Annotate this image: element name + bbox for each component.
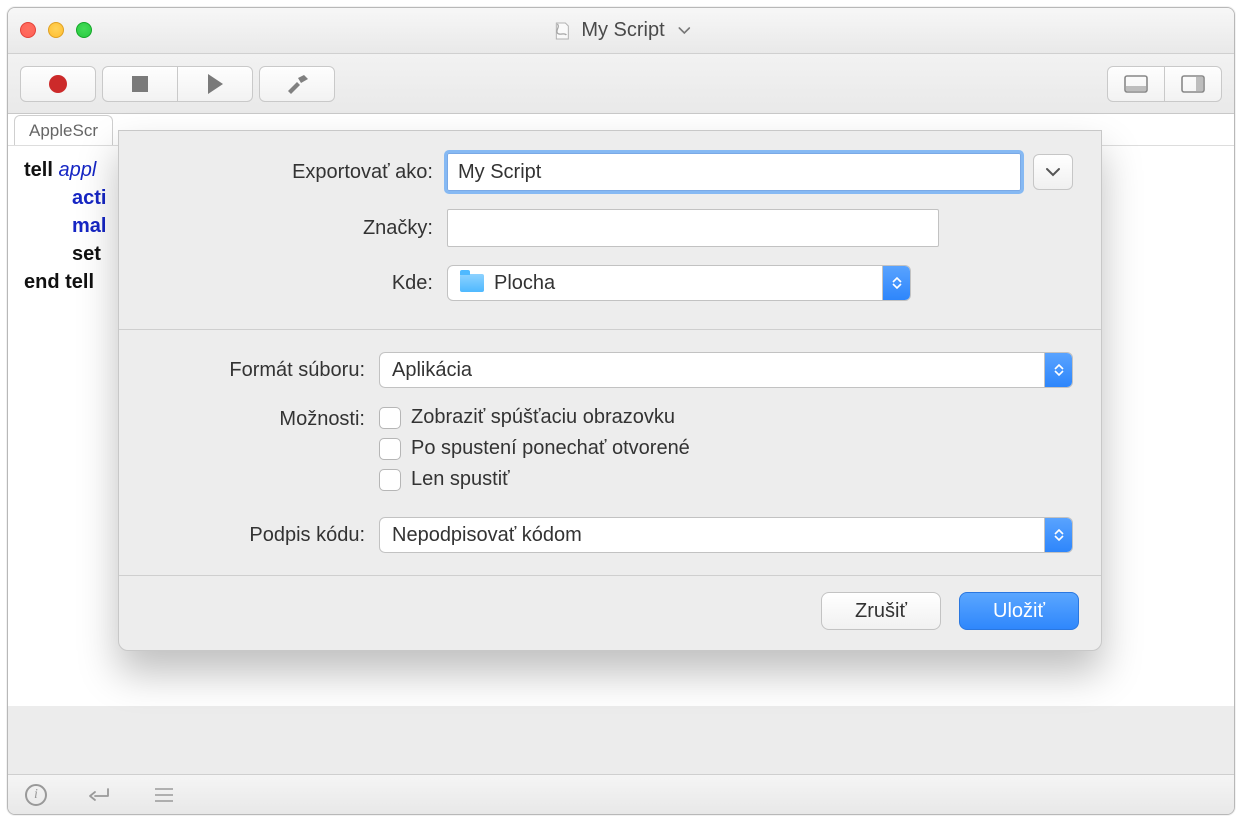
toggle-bottom-pane-button[interactable] [1107, 66, 1165, 102]
minimize-window-button[interactable] [48, 22, 64, 38]
stop-button[interactable] [102, 66, 178, 102]
cmd-make: mal [72, 215, 106, 237]
file-format-popup[interactable]: Aplikácia [379, 352, 1073, 388]
tab-label: AppleScr [29, 121, 98, 141]
export-as-label: Exportovať ako: [147, 161, 447, 184]
kw-set: set [72, 243, 101, 265]
close-window-button[interactable] [20, 22, 36, 38]
tags-field[interactable] [447, 209, 939, 247]
where-label: Kde: [147, 272, 447, 295]
cancel-label: Zrušiť [855, 600, 907, 623]
window-title-area[interactable]: My Script [551, 19, 690, 42]
kw-tell: tell [24, 159, 53, 181]
script-icon [551, 20, 573, 42]
app-window: My Script [7, 7, 1235, 815]
info-button[interactable]: i [22, 781, 50, 809]
checkbox-icon [379, 438, 401, 460]
stop-icon [132, 76, 148, 92]
options-label: Možnosti: [147, 406, 379, 431]
status-bar: i [8, 774, 1234, 814]
chevron-down-icon [1045, 167, 1061, 177]
code-sign-value: Nepodpisovať kódom [392, 524, 582, 547]
record-button[interactable] [20, 66, 96, 102]
titlebar: My Script [8, 8, 1234, 54]
list-button[interactable] [150, 781, 178, 809]
code-sign-popup[interactable]: Nepodpisovať kódom [379, 517, 1073, 553]
option-label: Po spustení ponechať otvorené [411, 437, 690, 460]
play-button[interactable] [177, 66, 253, 102]
export-sheet: Exportovať ako: Značky: Kde: [118, 130, 1102, 651]
save-label: Uložiť [993, 600, 1045, 623]
cmd-activate: acti [72, 187, 106, 209]
where-popup[interactable]: Plocha [447, 265, 911, 301]
popup-stepper-icon [1044, 518, 1072, 552]
save-button[interactable]: Uložiť [959, 592, 1079, 630]
option-show-startup-screen[interactable]: Zobraziť spúšťaciu obrazovku [379, 406, 675, 429]
toolbar [8, 54, 1234, 114]
hammer-icon [285, 74, 309, 94]
record-icon [49, 75, 67, 93]
option-label: Zobraziť spúšťaciu obrazovku [411, 406, 675, 429]
return-icon[interactable] [86, 781, 114, 809]
panel-bottom-icon [1124, 75, 1148, 93]
tab-applescript[interactable]: AppleScr [14, 115, 113, 145]
cancel-button[interactable]: Zrušiť [821, 592, 941, 630]
app-name: appl [58, 159, 96, 181]
window-title-text: My Script [581, 19, 664, 42]
popup-stepper-icon [882, 266, 910, 300]
popup-stepper-icon [1044, 353, 1072, 387]
file-format-label: Formát súboru: [147, 359, 379, 382]
folder-icon [460, 274, 484, 292]
checkbox-icon [379, 469, 401, 491]
build-button[interactable] [259, 66, 335, 102]
file-format-value: Aplikácia [392, 359, 472, 382]
where-value: Plocha [494, 272, 555, 295]
panel-right-icon [1181, 75, 1205, 93]
option-label: Len spustiť [411, 468, 510, 491]
kw-endtell: end tell [24, 271, 94, 293]
option-stay-open[interactable]: Po spustení ponechať otvorené [379, 437, 690, 460]
chevron-down-icon [679, 27, 691, 35]
toggle-right-pane-button[interactable] [1164, 66, 1222, 102]
code-sign-label: Podpis kódu: [147, 524, 379, 547]
zoom-window-button[interactable] [76, 22, 92, 38]
export-as-field[interactable] [447, 153, 1021, 191]
checkbox-icon [379, 407, 401, 429]
play-icon [208, 74, 223, 94]
option-run-only[interactable]: Len spustiť [379, 468, 510, 491]
tags-label: Značky: [147, 217, 447, 240]
expand-save-dialog-button[interactable] [1033, 154, 1073, 190]
